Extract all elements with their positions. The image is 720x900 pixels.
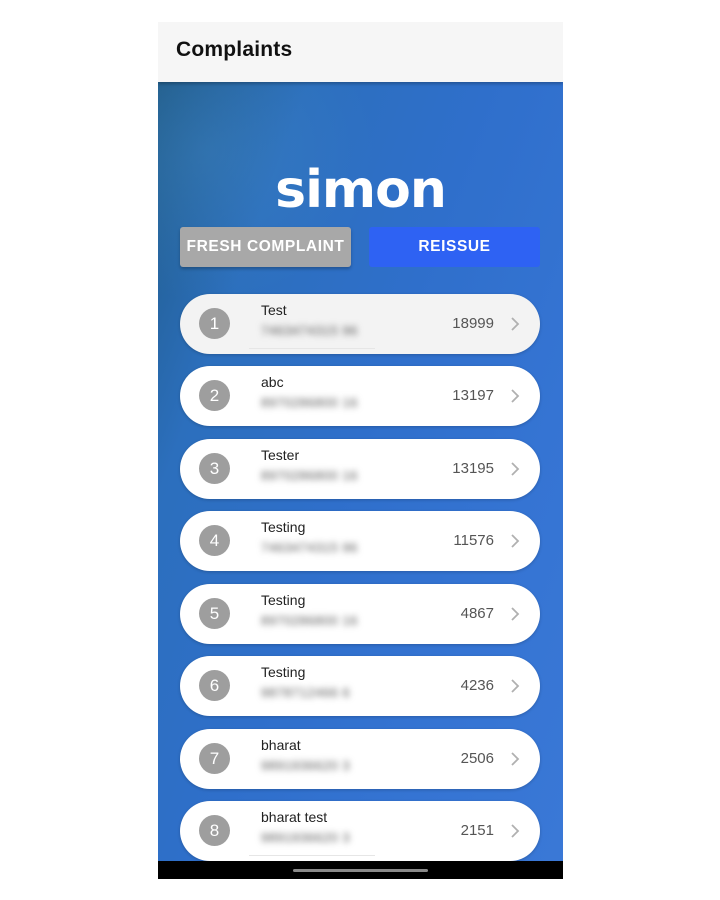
complaint-phone: 9891936620 3 [261,758,351,773]
complaint-id: 18999 [452,315,494,332]
chevron-right-icon [511,824,520,838]
simon-logo: simon [275,160,447,220]
index-badge: 2 [199,380,230,411]
complaint-item[interactable]: 2 abc 8970286800 16 13197 [180,366,540,426]
complaint-item[interactable]: 7 bharat 9891936620 3 2506 [180,729,540,789]
complaint-name: Test [261,302,287,318]
complaint-id: 13195 [452,460,494,477]
complaint-phone: 9878712466 6 [261,685,351,700]
complaint-name: bharat test [261,809,328,825]
index-badge: 7 [199,743,230,774]
complaint-item[interactable]: 6 Testing 9878712466 6 4236 [180,656,540,716]
app-bar: Complaints [158,22,563,82]
complaint-item[interactable]: 5 Testing 8970286800 16 4867 [180,584,540,644]
index-badge: 4 [199,525,230,556]
complaints-content: simon FRESH COMPLAINT REISSUE 1 Test 746… [158,82,563,861]
complaint-name: bharat [261,737,301,753]
chevron-right-icon [511,607,520,621]
complaint-phone: 7463474315 96 [261,540,358,555]
index-badge: 1 [199,308,230,339]
complaint-id: 11576 [453,532,494,549]
complaint-phone: 8970286800 16 [261,613,358,628]
index-badge: 8 [199,815,230,846]
system-nav-bar [158,861,563,879]
chevron-right-icon [511,317,520,331]
complaint-item[interactable]: 1 Test 7463474315 96 18999 [180,294,540,354]
complaint-item[interactable]: 3 Tester 8970286800 16 13195 [180,439,540,499]
chevron-right-icon [511,462,520,476]
complaint-item[interactable]: 4 Testing 7463474315 96 11576 [180,511,540,571]
complaint-name: Testing [261,664,306,680]
complaint-phone: 9891936620 3 [261,830,351,845]
fresh-complaint-button[interactable]: FRESH COMPLAINT [180,227,351,267]
index-badge: 3 [199,453,230,484]
complaint-id: 13197 [452,387,494,404]
complaint-name: Tester [261,447,300,463]
complaint-id: 4236 [460,677,494,694]
chevron-right-icon [511,679,520,693]
phone-screen: Complaints simon FRESH COMPLAINT REISSUE… [158,22,563,879]
complaint-id: 4867 [460,605,494,622]
complaint-name: Testing [261,519,306,535]
complaint-phone: 8970286800 16 [261,468,358,483]
divider [249,855,375,856]
page-title: Complaints [176,38,293,61]
chevron-right-icon [511,534,520,548]
complaint-id: 2151 [460,822,494,839]
home-gesture-handle[interactable] [293,869,428,872]
divider [249,348,375,349]
reissue-button[interactable]: REISSUE [369,227,540,267]
complaint-phone: 8970286800 16 [261,395,358,410]
complaint-item[interactable]: 8 bharat test 9891936620 3 2151 [180,801,540,861]
complaint-id: 2506 [460,750,494,767]
complaint-name: abc [261,374,284,390]
complaint-phone: 7463474315 96 [261,323,358,338]
chevron-right-icon [511,389,520,403]
index-badge: 5 [199,598,230,629]
chevron-right-icon [511,752,520,766]
index-badge: 6 [199,670,230,701]
complaint-name: Testing [261,592,306,608]
